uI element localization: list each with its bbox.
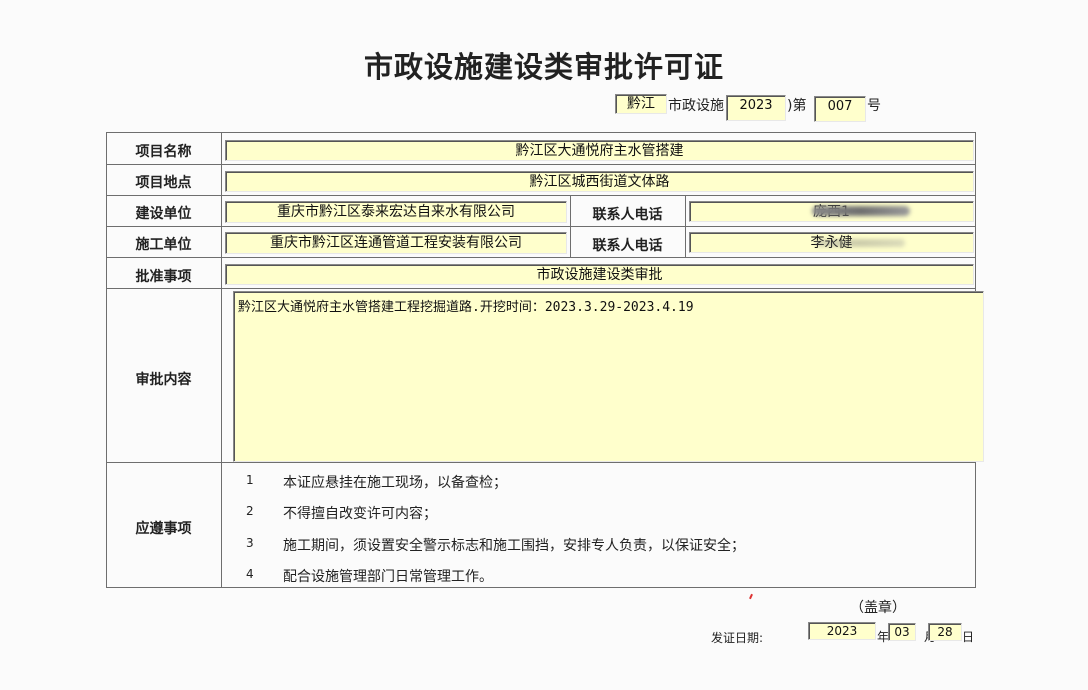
table-divider (106, 257, 975, 258)
contact-divider (685, 195, 686, 257)
table-border-top (106, 132, 975, 133)
table-divider (106, 288, 975, 289)
builder-contact-label: 联系人电话 (592, 207, 663, 223)
page-title: 市政设施建设类审批许可证 (363, 50, 724, 84)
issue-day-field[interactable]: 28 (928, 623, 962, 641)
notice-text: 本证应悬挂在施工现场，以备查检； (283, 475, 507, 491)
project-name-field[interactable]: 黔江区大通悦府主水管搭建 (225, 140, 974, 161)
approval-content-label: 审批内容 (135, 372, 192, 388)
project-location-field[interactable]: 黔江区城西街道文体路 (225, 171, 974, 192)
table-border-bottom (106, 587, 975, 588)
notice-number: 4 (246, 567, 254, 581)
red-mark (749, 593, 753, 600)
constructor-field[interactable]: 重庆市黔江区连通管道工程安装有限公司 (225, 232, 567, 254)
table-divider (106, 195, 975, 196)
approval-item-label: 批准事项 (135, 269, 192, 285)
notices-label: 应遵事项 (135, 521, 192, 537)
issue-day-unit: 日 (962, 630, 975, 644)
number-middle-text: 市政设施 (668, 98, 724, 114)
region-field[interactable]: 黔江 (615, 94, 667, 114)
builder-label: 建设单位 (135, 206, 192, 222)
seal-text: （盖章） (850, 600, 906, 616)
constructor-contact-label: 联系人电话 (592, 238, 663, 254)
redaction-mark (812, 206, 910, 216)
project-name-label: 项目名称 (135, 144, 192, 160)
number-paren-text: )第 (787, 98, 807, 114)
issue-year-field[interactable]: 2023 (808, 622, 876, 640)
table-divider (106, 462, 975, 463)
notice-text: 不得擅自改变许可内容； (283, 506, 437, 522)
table-divider (106, 226, 975, 227)
table-label-divider (221, 132, 222, 588)
notice-text: 施工期间，须设置安全警示标志和施工围挡，安排专人负责，以保证安全； (283, 538, 745, 554)
redaction-mark (815, 239, 905, 247)
notice-number: 3 (246, 536, 254, 550)
serial-field[interactable]: 007 (814, 96, 866, 122)
notice-text: 配合设施管理部门日常管理工作。 (283, 569, 493, 585)
approval-item-field[interactable]: 市政设施建设类审批 (225, 264, 974, 285)
constructor-label: 施工单位 (135, 237, 192, 253)
table-divider (106, 164, 975, 165)
issue-date-label: 发证日期: (711, 631, 764, 645)
builder-field[interactable]: 重庆市黔江区泰来宏达自来水有限公司 (225, 201, 567, 223)
number-suffix: 号 (867, 98, 881, 114)
approval-content-textarea[interactable]: 黔江区大通悦府主水管搭建工程挖掘道路.开挖时间：2023.3.29-2023.4… (233, 291, 984, 462)
project-location-label: 项目地点 (135, 175, 192, 191)
issue-month-field[interactable]: 03 (888, 623, 916, 641)
notice-number: 1 (246, 473, 254, 487)
notice-number: 2 (246, 504, 254, 518)
year-field[interactable]: 2023 (726, 95, 786, 121)
